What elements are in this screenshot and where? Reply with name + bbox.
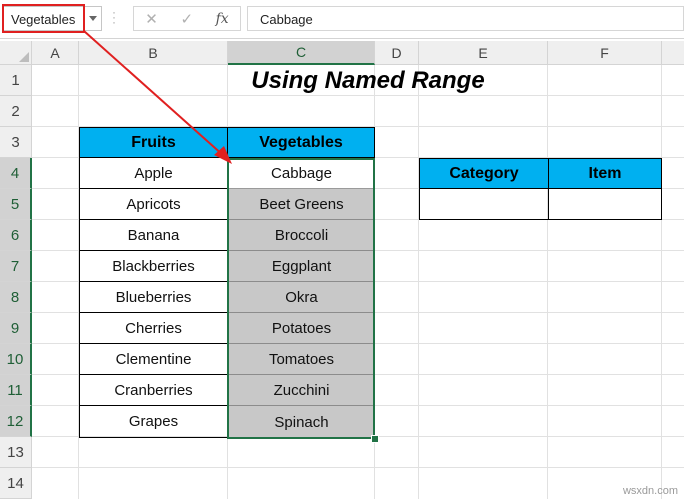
- fill-handle[interactable]: [371, 435, 379, 443]
- row-header-11[interactable]: 11: [0, 375, 32, 406]
- fruit-cell[interactable]: Clementine: [79, 344, 228, 375]
- vegetable-cell[interactable]: Potatoes: [228, 313, 375, 344]
- select-all-corner[interactable]: [0, 41, 32, 65]
- drag-handle-icon[interactable]: · · ·: [112, 6, 116, 28]
- column-header-f[interactable]: F: [548, 41, 662, 65]
- vegetable-cell[interactable]: Tomatoes: [228, 344, 375, 375]
- sheet-title: Using Named Range: [251, 66, 485, 94]
- row-header-6[interactable]: 6: [0, 220, 32, 251]
- column-header-a[interactable]: A: [32, 41, 79, 65]
- watermark: wsxdn.com: [622, 485, 678, 497]
- fruit-cell[interactable]: Blueberries: [79, 282, 228, 313]
- header-category[interactable]: Category: [419, 158, 549, 189]
- enter-icon[interactable]: ✓: [180, 10, 193, 28]
- row-header-1[interactable]: 1: [0, 65, 32, 96]
- formula-value: Cabbage: [260, 12, 313, 27]
- row-header-5[interactable]: 5: [0, 189, 32, 220]
- vegetable-cell[interactable]: Beet Greens: [228, 189, 375, 220]
- fruit-cell[interactable]: Blackberries: [79, 251, 228, 282]
- vegetable-cell[interactable]: Eggplant: [228, 251, 375, 282]
- vegetable-cell-active[interactable]: Cabbage: [228, 158, 375, 189]
- category-input-cell[interactable]: [419, 189, 549, 220]
- row-header-3[interactable]: 3: [0, 127, 32, 158]
- fruit-cell[interactable]: Grapes: [79, 406, 228, 438]
- name-box-highlight: [2, 4, 85, 33]
- fruit-cell[interactable]: Banana: [79, 220, 228, 251]
- row-header-4[interactable]: 4: [0, 158, 32, 189]
- item-output-cell[interactable]: [548, 189, 662, 220]
- column-header-d[interactable]: D: [375, 41, 419, 65]
- header-fruits[interactable]: Fruits: [79, 127, 228, 158]
- vegetable-cell[interactable]: Broccoli: [228, 220, 375, 251]
- row-header-9[interactable]: 9: [0, 313, 32, 344]
- column-header-b[interactable]: B: [79, 41, 228, 65]
- vegetable-cell[interactable]: Zucchini: [228, 375, 375, 406]
- fruit-cell[interactable]: Apple: [79, 158, 228, 189]
- fruit-cell[interactable]: Apricots: [79, 189, 228, 220]
- header-vegetables[interactable]: Vegetables: [227, 127, 375, 158]
- column-header-g[interactable]: [662, 41, 684, 65]
- name-box-dropdown-icon[interactable]: [84, 7, 101, 30]
- formula-buttons: ✕ ✓ fx: [133, 6, 241, 31]
- column-header-c[interactable]: C: [228, 41, 375, 65]
- column-header-e[interactable]: E: [419, 41, 548, 65]
- fruit-cell[interactable]: Cranberries: [79, 375, 228, 406]
- row-header-12[interactable]: 12: [0, 406, 32, 437]
- row-header-10[interactable]: 10: [0, 344, 32, 375]
- row-header-2[interactable]: 2: [0, 96, 32, 127]
- fruit-cell[interactable]: Cherries: [79, 313, 228, 344]
- cancel-icon[interactable]: ✕: [145, 10, 158, 28]
- formula-input[interactable]: Cabbage: [247, 6, 684, 31]
- vegetable-cell[interactable]: Okra: [228, 282, 375, 313]
- row-header-14[interactable]: 14: [0, 468, 32, 499]
- row-header-8[interactable]: 8: [0, 282, 32, 313]
- row-header-13[interactable]: 13: [0, 437, 32, 468]
- vegetable-cell[interactable]: Spinach: [228, 406, 375, 438]
- row-header-7[interactable]: 7: [0, 251, 32, 282]
- formula-bar: Vegetables · · · ✕ ✓ fx Cabbage: [0, 0, 684, 39]
- header-item[interactable]: Item: [548, 158, 662, 189]
- insert-function-icon[interactable]: fx: [216, 11, 229, 27]
